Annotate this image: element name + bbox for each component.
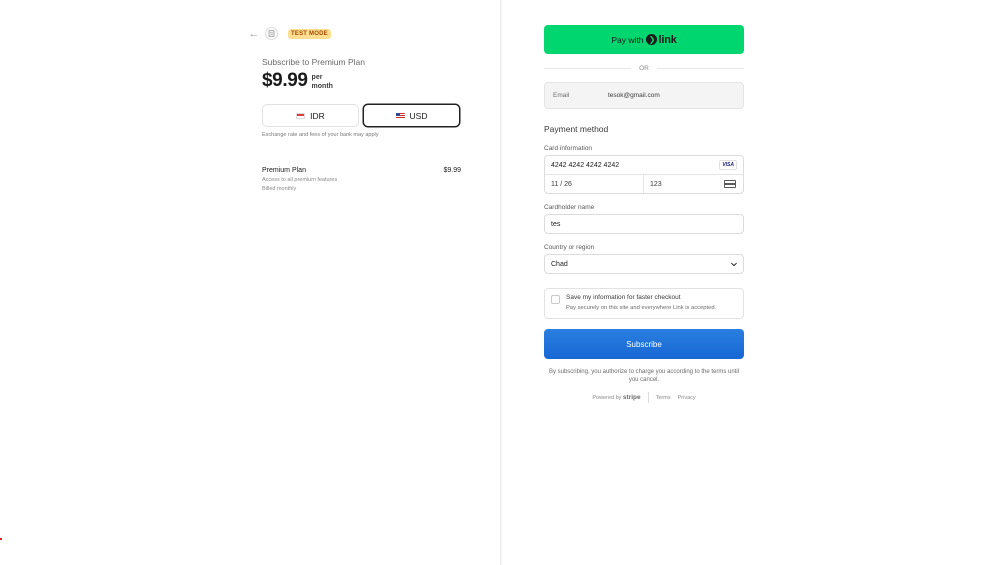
- price-amount: $9.99: [262, 70, 308, 91]
- subscribe-title: Subscribe to Premium Plan: [262, 57, 365, 67]
- flag-us-icon: [395, 112, 405, 119]
- price-period: per month: [311, 74, 333, 90]
- visa-icon: VISA: [719, 160, 737, 170]
- store-icon: [265, 27, 278, 40]
- save-info-subtitle: Pay securely on this site and everywhere…: [566, 305, 717, 311]
- currency-selector: IDR USD: [262, 104, 460, 127]
- currency-option-idr[interactable]: IDR: [262, 104, 359, 127]
- or-label: OR: [639, 65, 649, 72]
- order-summary-pane: ← TEST MODE Subscribe to Premium Plan $9…: [0, 0, 502, 565]
- link-brand: link: [658, 33, 677, 46]
- subscribe-button[interactable]: Subscribe: [544, 329, 744, 359]
- line-item-amount: $9.99: [443, 167, 461, 174]
- country-label: Country or region: [544, 244, 595, 251]
- payment-method-title: Payment method: [544, 124, 609, 134]
- card-cvc-input[interactable]: 123: [644, 175, 743, 193]
- line-item-name: Premium Plan: [262, 167, 306, 174]
- card-info-group: 4242 4242 4242 4242 VISA 11 / 26 123: [544, 155, 744, 194]
- privacy-link[interactable]: Privacy: [678, 395, 696, 401]
- cvc-card-icon: [724, 180, 736, 188]
- footer: Powered by stripe Terms Privacy: [544, 392, 744, 403]
- country-select[interactable]: Chad: [544, 254, 744, 274]
- card-number-input[interactable]: 4242 4242 4242 4242 VISA: [545, 156, 743, 175]
- chevron-down-icon: [731, 261, 737, 267]
- or-separator: OR: [544, 65, 744, 72]
- card-info-label: Card information: [544, 145, 593, 152]
- cardholder-name-input[interactable]: tes: [544, 214, 744, 234]
- save-info-option[interactable]: Save my information for faster checkout …: [544, 288, 744, 319]
- email-label: Email: [553, 92, 570, 99]
- card-expiry-input[interactable]: 11 / 26: [545, 175, 644, 193]
- red-dot-mark: [0, 538, 2, 540]
- currency-code: IDR: [310, 110, 325, 121]
- line-item: Premium Plan $9.99 Access to all premium…: [262, 167, 461, 192]
- payment-pane: Pay with ❯ link OR Email tesok@gmail.com…: [504, 0, 1005, 565]
- legal-text: By subscribing, you authorize to charge …: [548, 369, 740, 383]
- link-logo: ❯ link: [646, 33, 677, 46]
- save-info-title: Save my information for faster checkout: [566, 294, 681, 301]
- currency-option-usd[interactable]: USD: [363, 104, 460, 127]
- link-chevron-icon: ❯: [646, 34, 658, 45]
- card-expiry-value: 11 / 26: [551, 180, 572, 188]
- price-row: $9.99 per month: [262, 70, 342, 92]
- test-mode-badge: TEST MODE: [288, 28, 331, 39]
- stripe-logo[interactable]: stripe: [623, 394, 641, 401]
- pay-with-link-button[interactable]: Pay with ❯ link: [544, 25, 744, 54]
- powered-by: Powered by stripe: [592, 394, 641, 401]
- exchange-note: Exchange rate and fees of your bank may …: [262, 132, 379, 138]
- card-number-value: 4242 4242 4242 4242: [551, 161, 620, 169]
- save-info-checkbox[interactable]: [551, 295, 560, 304]
- flag-indonesia-icon: [296, 112, 306, 119]
- currency-code: USD: [409, 110, 428, 121]
- header-row: ← TEST MODE: [249, 27, 331, 40]
- email-value: tesok@gmail.com: [608, 92, 660, 99]
- country-value: Chad: [551, 260, 568, 268]
- payment-form: Pay with ❯ link OR Email tesok@gmail.com…: [544, 25, 744, 403]
- arrow-left-icon[interactable]: ←: [249, 28, 260, 40]
- terms-link[interactable]: Terms: [656, 395, 671, 401]
- card-cvc-value: 123: [650, 180, 662, 188]
- line-item-description: Access to all premium features: [262, 177, 338, 183]
- line-item-billing: Billed monthly: [262, 186, 297, 192]
- pay-with-label: Pay with: [611, 34, 644, 45]
- cardholder-value: tes: [551, 220, 561, 228]
- cardholder-label: Cardholder name: [544, 204, 595, 211]
- email-field[interactable]: Email tesok@gmail.com: [544, 82, 744, 109]
